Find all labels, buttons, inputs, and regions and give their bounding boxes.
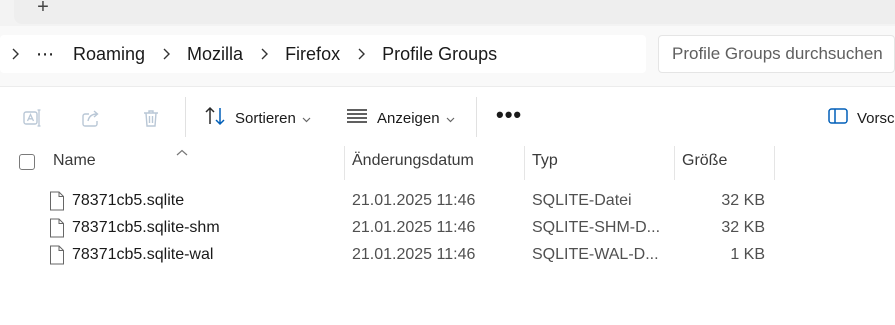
file-type: SQLITE-Datei — [532, 192, 632, 209]
chevron-right-icon[interactable] — [350, 48, 372, 60]
share-icon[interactable] — [80, 107, 102, 129]
breadcrumb-item-roaming[interactable]: Roaming — [67, 44, 151, 65]
file-type: SQLITE-WAL-D... — [532, 246, 659, 263]
preview-label: Vorschau — [857, 109, 895, 127]
address-bar: ⋯ Roaming Mozilla Firefox Profile Groups… — [0, 26, 895, 86]
file-size: 1 KB — [730, 246, 765, 263]
file-type: SQLITE-SHM-D... — [532, 219, 661, 236]
file-row[interactable]: 78371cb5.sqlite 21.01.2025 11:46 SQLITE-… — [0, 188, 895, 215]
file-modified: 21.01.2025 11:46 — [352, 246, 476, 263]
sort-button[interactable]: Sortieren — [204, 105, 311, 131]
file-size: 32 KB — [721, 219, 765, 236]
breadcrumb-overflow-button[interactable]: ⋯ — [30, 44, 61, 65]
column-header-modified[interactable]: Änderungsdatum — [352, 152, 474, 170]
file-modified: 21.01.2025 11:46 — [352, 192, 476, 209]
view-label: Anzeigen — [377, 109, 440, 127]
file-row[interactable]: 78371cb5.sqlite-wal 21.01.2025 11:46 SQL… — [0, 242, 895, 269]
chevron-right-icon[interactable] — [155, 48, 177, 60]
toolbar-divider — [476, 97, 477, 137]
view-button[interactable]: Anzeigen — [346, 105, 455, 131]
column-divider[interactable] — [524, 146, 525, 180]
search-placeholder: Profile Groups durchsuchen — [672, 44, 883, 63]
column-header-type[interactable]: Typ — [532, 152, 558, 170]
file-name: 78371cb5.sqlite — [72, 192, 185, 209]
more-options-button[interactable]: ••• — [496, 102, 522, 128]
view-lines-icon — [346, 108, 368, 128]
file-modified: 21.01.2025 11:46 — [352, 219, 476, 236]
preview-pane-icon — [828, 108, 848, 128]
chevron-down-icon — [302, 110, 311, 127]
delete-icon[interactable] — [140, 107, 162, 129]
preview-pane-button[interactable]: Vorschau — [828, 105, 895, 131]
file-icon — [49, 191, 65, 211]
file-name: 78371cb5.sqlite-wal — [72, 246, 214, 263]
column-header-name[interactable]: Name — [53, 152, 96, 170]
chevron-right-icon[interactable] — [253, 48, 275, 60]
column-divider[interactable] — [344, 146, 345, 180]
tab-strip: + — [0, 0, 895, 26]
sort-icon — [204, 106, 226, 130]
sort-label: Sortieren — [235, 109, 296, 127]
toolbar-divider — [185, 97, 186, 137]
plus-icon: + — [37, 0, 49, 18]
column-header: Name Änderungsdatum Typ Größe — [0, 146, 895, 180]
breadcrumb-item-firefox[interactable]: Firefox — [279, 44, 346, 65]
select-all-checkbox[interactable] — [19, 154, 35, 170]
search-input[interactable]: Profile Groups durchsuchen — [658, 35, 895, 73]
file-row[interactable]: 78371cb5.sqlite-shm 21.01.2025 11:46 SQL… — [0, 215, 895, 242]
chevron-right-icon[interactable] — [4, 48, 26, 60]
sort-ascending-icon — [176, 144, 188, 162]
file-name: 78371cb5.sqlite-shm — [72, 219, 220, 236]
breadcrumb[interactable]: ⋯ Roaming Mozilla Firefox Profile Groups — [0, 35, 646, 73]
tab-area — [14, 0, 895, 24]
new-tab-button[interactable]: + — [30, 0, 56, 20]
file-icon — [49, 245, 65, 265]
column-divider[interactable] — [774, 146, 775, 180]
chevron-down-icon — [446, 110, 455, 127]
rename-icon[interactable] — [21, 107, 43, 129]
breadcrumb-item-mozilla[interactable]: Mozilla — [181, 44, 249, 65]
file-list: 78371cb5.sqlite 21.01.2025 11:46 SQLITE-… — [0, 188, 895, 269]
column-header-size[interactable]: Größe — [682, 152, 727, 170]
column-divider[interactable] — [674, 146, 675, 180]
breadcrumb-item-profile-groups[interactable]: Profile Groups — [376, 44, 503, 65]
file-size: 32 KB — [721, 192, 765, 209]
file-icon — [49, 218, 65, 238]
command-bar: Sortieren Anzeigen ••• Vorschau — [0, 86, 895, 146]
